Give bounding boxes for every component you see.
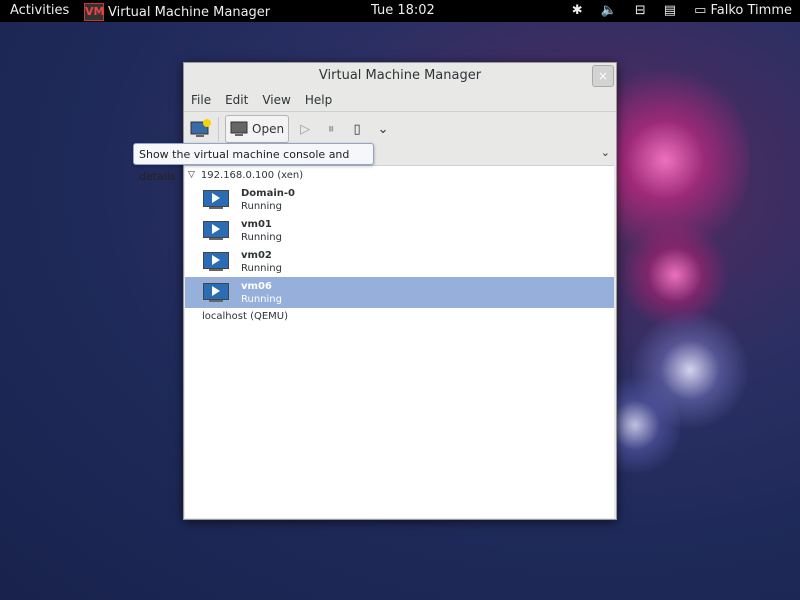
menu-edit[interactable]: Edit <box>225 89 248 111</box>
menu-bar: File Edit View Help <box>184 89 616 111</box>
vm-status: Running <box>241 262 282 274</box>
chevron-down-icon: ⌄ <box>600 146 610 159</box>
connection-name: 192.168.0.100 (xen) <box>200 169 304 181</box>
vm-name: vm02 <box>241 249 272 261</box>
menu-view[interactable]: View <box>262 89 290 111</box>
menu-file[interactable]: File <box>191 89 211 111</box>
vm-list: ▽ 192.168.0.100 (xen) Domain-0 Running vm… <box>185 165 614 518</box>
monitor-icon <box>230 121 248 136</box>
window-titlebar[interactable]: Virtual Machine Manager × <box>184 63 616 89</box>
vm-name: Domain-0 <box>241 187 295 199</box>
close-button[interactable]: × <box>592 65 614 87</box>
toolbar-separator <box>218 117 219 141</box>
vm-running-icon <box>203 190 229 209</box>
vmm-app-icon: VM <box>84 3 104 21</box>
battery-icon[interactable]: ▤ <box>664 3 676 18</box>
vm-name: vm06 <box>241 280 272 292</box>
connection-row[interactable]: ▽ 192.168.0.100 (xen) <box>185 166 614 184</box>
shutdown-dropdown-icon[interactable]: ⌄ <box>373 122 393 137</box>
vm-running-icon <box>203 221 229 240</box>
toolbar: Open ▷ ⏸ ▯ ⌄ <box>184 111 616 146</box>
activities-button[interactable]: Activities <box>10 3 69 18</box>
vm-running-icon <box>203 283 229 302</box>
vm-row[interactable]: vm02 Running <box>185 246 614 277</box>
app-menu[interactable]: VM Virtual Machine Manager <box>84 3 270 21</box>
shutdown-icon[interactable]: ▯ <box>347 122 367 137</box>
vm-row[interactable]: vm01 Running <box>185 215 614 246</box>
vm-row[interactable]: Domain-0 Running <box>185 184 614 215</box>
expander-icon[interactable]: ▽ <box>188 170 195 180</box>
vm-status: Running <box>241 200 282 212</box>
vm-status: Running <box>241 231 282 243</box>
system-tray: ✱ 🔈 ⊟ ▤ ▭ Falko Timme <box>572 3 792 18</box>
user-name: Falko Timme <box>710 3 793 18</box>
open-button-tooltip: Show the virtual machine console and det… <box>133 143 374 183</box>
accessibility-icon[interactable]: ✱ <box>572 3 583 18</box>
clock[interactable]: Tue 18:02 <box>371 3 435 18</box>
window-title: Virtual Machine Manager <box>318 68 482 83</box>
user-menu[interactable]: ▭ Falko Timme <box>694 3 792 18</box>
connection-row[interactable]: localhost (QEMU) <box>185 308 614 326</box>
pause-icon[interactable]: ⏸ <box>321 122 341 137</box>
vm-row-selected[interactable]: vm06 Running <box>185 277 614 308</box>
volume-icon[interactable]: 🔈 <box>601 3 617 18</box>
vm-status: Running <box>241 293 282 305</box>
user-icon: ▭ <box>694 3 707 18</box>
menu-help[interactable]: Help <box>305 89 332 111</box>
new-vm-button[interactable] <box>190 119 212 139</box>
vmm-window: Virtual Machine Manager × File Edit View… <box>183 62 617 520</box>
top-bar: Activities VM Virtual Machine Manager Tu… <box>0 0 800 22</box>
run-icon[interactable]: ▷ <box>295 122 315 137</box>
network-icon[interactable]: ⊟ <box>635 3 646 18</box>
vm-running-icon <box>203 252 229 271</box>
vm-name: vm01 <box>241 218 272 230</box>
open-button-label: Open <box>252 122 285 136</box>
app-menu-title: Virtual Machine Manager <box>108 4 271 20</box>
open-button[interactable]: Open <box>225 115 290 143</box>
